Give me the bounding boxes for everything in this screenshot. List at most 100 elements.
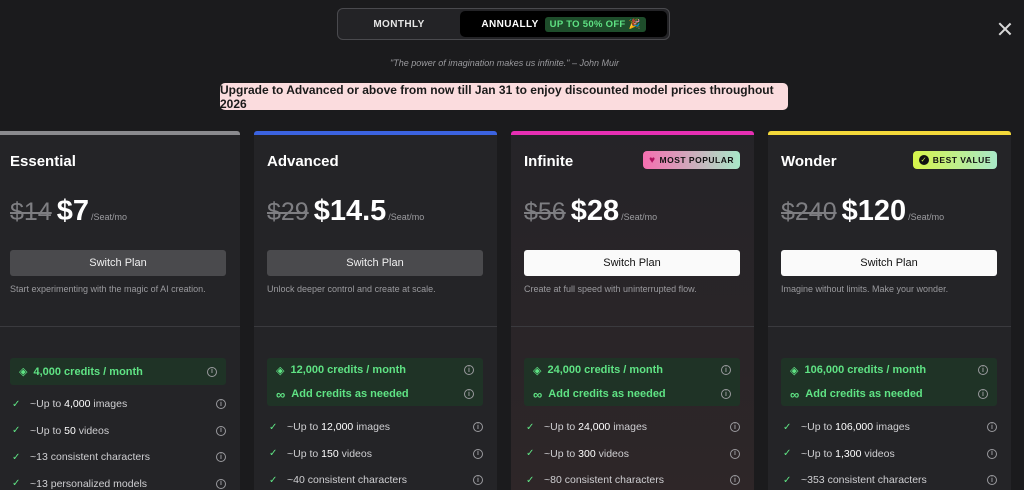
credits-line: ◈ 12,000 credits / month i [276,358,474,382]
credits-label: 4,000 credits / month [33,365,143,378]
info-icon[interactable]: i [978,365,988,375]
info-icon[interactable]: i [207,366,217,377]
old-price: $240 [781,198,837,226]
credits-diamond-icon: ◈ [276,364,285,377]
info-icon[interactable]: i [987,448,997,459]
check-icon: ✓ [526,448,535,460]
current-price: $14.5 [313,195,387,227]
extra-credits-line: ∞ Add credits as needed i [533,382,731,406]
check-icon: ✓ [269,474,278,486]
billing-annually-option[interactable]: ANNUALLY UP TO 50% OFF 🎉 [460,11,667,37]
feature-text: ~Up to 1,300 videos [801,447,895,460]
credits-label: 12,000 credits / month [290,364,407,376]
feature-item: ✓ ~Up to 1,300 videos i [783,441,997,468]
info-icon[interactable]: i [730,422,740,433]
price-unit: /Seat/mo [621,212,658,222]
plan-description: Create at full speed with uninterrupted … [524,284,697,294]
price-row: $56 $28 /Seat/mo [524,195,657,228]
feature-item: ✓ ~80 consistent characters i [526,467,740,490]
extra-credits-label: Add credits as needed [805,388,923,400]
plan-name: Essential [10,153,76,170]
info-icon[interactable]: i [721,365,731,375]
check-icon: ✓ [526,421,535,433]
old-price: $56 [524,198,566,226]
feature-item: ✓ ~13 personalized models i [12,471,226,490]
plan-name: Infinite [524,153,574,170]
quote-text: "The power of imagination makes us infin… [390,58,619,68]
credits-diamond-icon: ◈ [19,366,28,378]
check-icon: ✓ [783,421,792,433]
info-icon[interactable]: i [987,422,997,433]
close-icon[interactable] [996,20,1014,38]
info-icon[interactable]: i [464,365,474,375]
discount-badge: UP TO 50% OFF 🎉 [544,16,646,32]
credits-label: 24,000 credits / month [547,364,664,376]
feature-text: ~Up to 4,000 images [30,398,128,411]
feature-list: ✓ ~Up to 4,000 images i ✓ ~Up to 50 vide… [12,391,226,490]
feature-item: ✓ ~Up to 300 videos i [526,441,740,468]
feature-item: ✓ ~13 consistent characters i [12,444,226,471]
info-icon[interactable]: i [721,389,731,399]
extra-credits-label: Add credits as needed [291,388,409,400]
feature-text: ~40 consistent characters [287,474,407,487]
credits-line: ◈ 24,000 credits / month i [533,358,731,382]
feature-text: ~Up to 50 videos [30,424,110,437]
feature-item: ✓ ~Up to 106,000 images i [783,414,997,441]
check-icon: ✓ [526,474,535,486]
info-icon[interactable]: i [464,389,474,399]
info-icon[interactable]: i [216,452,226,463]
billing-annually-label: ANNUALLY [481,18,539,30]
check-icon: ✓ [783,448,792,460]
divider [0,326,240,327]
switch-plan-button[interactable]: Switch Plan [524,250,740,276]
credits-box: ◈ 4,000 credits / month i [10,358,226,385]
info-icon[interactable]: i [987,475,997,486]
switch-plan-button[interactable]: Switch Plan [781,250,997,276]
billing-monthly-option[interactable]: MONTHLY [340,11,458,37]
feature-text: ~Up to 300 videos [544,447,629,460]
switch-plan-button[interactable]: Switch Plan [267,250,483,276]
feature-item: ✓ ~Up to 150 videos i [269,441,483,468]
info-icon[interactable]: i [216,478,226,489]
price-unit: /Seat/mo [908,212,945,222]
plan-accent-bar [768,131,1011,135]
check-icon: ✓ [12,478,21,490]
feature-item: ✓ ~Up to 50 videos i [12,418,226,445]
plan-card-essential: Essential $14 $7 /Seat/mo Switch Plan St… [0,131,240,490]
plan-name: Wonder [781,153,837,170]
credits-box: ◈ 12,000 credits / month i ∞ Add credits… [267,358,483,406]
feature-item: ✓ ~Up to 24,000 images i [526,414,740,441]
switch-plan-button[interactable]: Switch Plan [10,250,226,276]
info-icon[interactable]: i [473,448,483,459]
divider [768,326,1011,327]
extra-credits-label: Add credits as needed [548,388,666,400]
feature-item: ✓ ~40 consistent characters i [269,467,483,490]
info-icon[interactable]: i [216,399,226,410]
most-popular-tag: ♥ MOST POPULAR [643,151,740,169]
credits-diamond-icon: ◈ [790,364,799,377]
billing-monthly-label: MONTHLY [373,18,425,30]
feature-text: ~80 consistent characters [544,474,664,487]
tag-label: BEST VALUE [932,155,991,165]
plan-card-wonder: Wonder ✓ BEST VALUE $240 $120 /Seat/mo S… [768,131,1011,490]
feature-text: ~13 consistent characters [30,451,150,464]
credits-box: ◈ 106,000 credits / month i ∞ Add credit… [781,358,997,406]
credits-line: ◈ 106,000 credits / month i [790,358,988,382]
credits-diamond-icon: ◈ [533,364,542,377]
feature-text: ~Up to 12,000 images [287,421,391,434]
infinity-icon: ∞ [790,386,800,402]
credits-box: ◈ 24,000 credits / month i ∞ Add credits… [524,358,740,406]
info-icon[interactable]: i [473,475,483,486]
info-icon[interactable]: i [730,475,740,486]
info-icon[interactable]: i [216,425,226,436]
promo-banner: Upgrade to Advanced or above from now ti… [220,83,788,111]
info-icon[interactable]: i [730,448,740,459]
feature-text: ~Up to 24,000 images [544,421,648,434]
info-icon[interactable]: i [978,389,988,399]
info-icon[interactable]: i [473,422,483,433]
feature-text: ~Up to 150 videos [287,447,372,460]
current-price: $7 [56,195,89,227]
plan-description: Imagine without limits. Make your wonder… [781,284,949,294]
heart-icon: ♥ [649,154,656,166]
current-price: $28 [570,195,620,227]
